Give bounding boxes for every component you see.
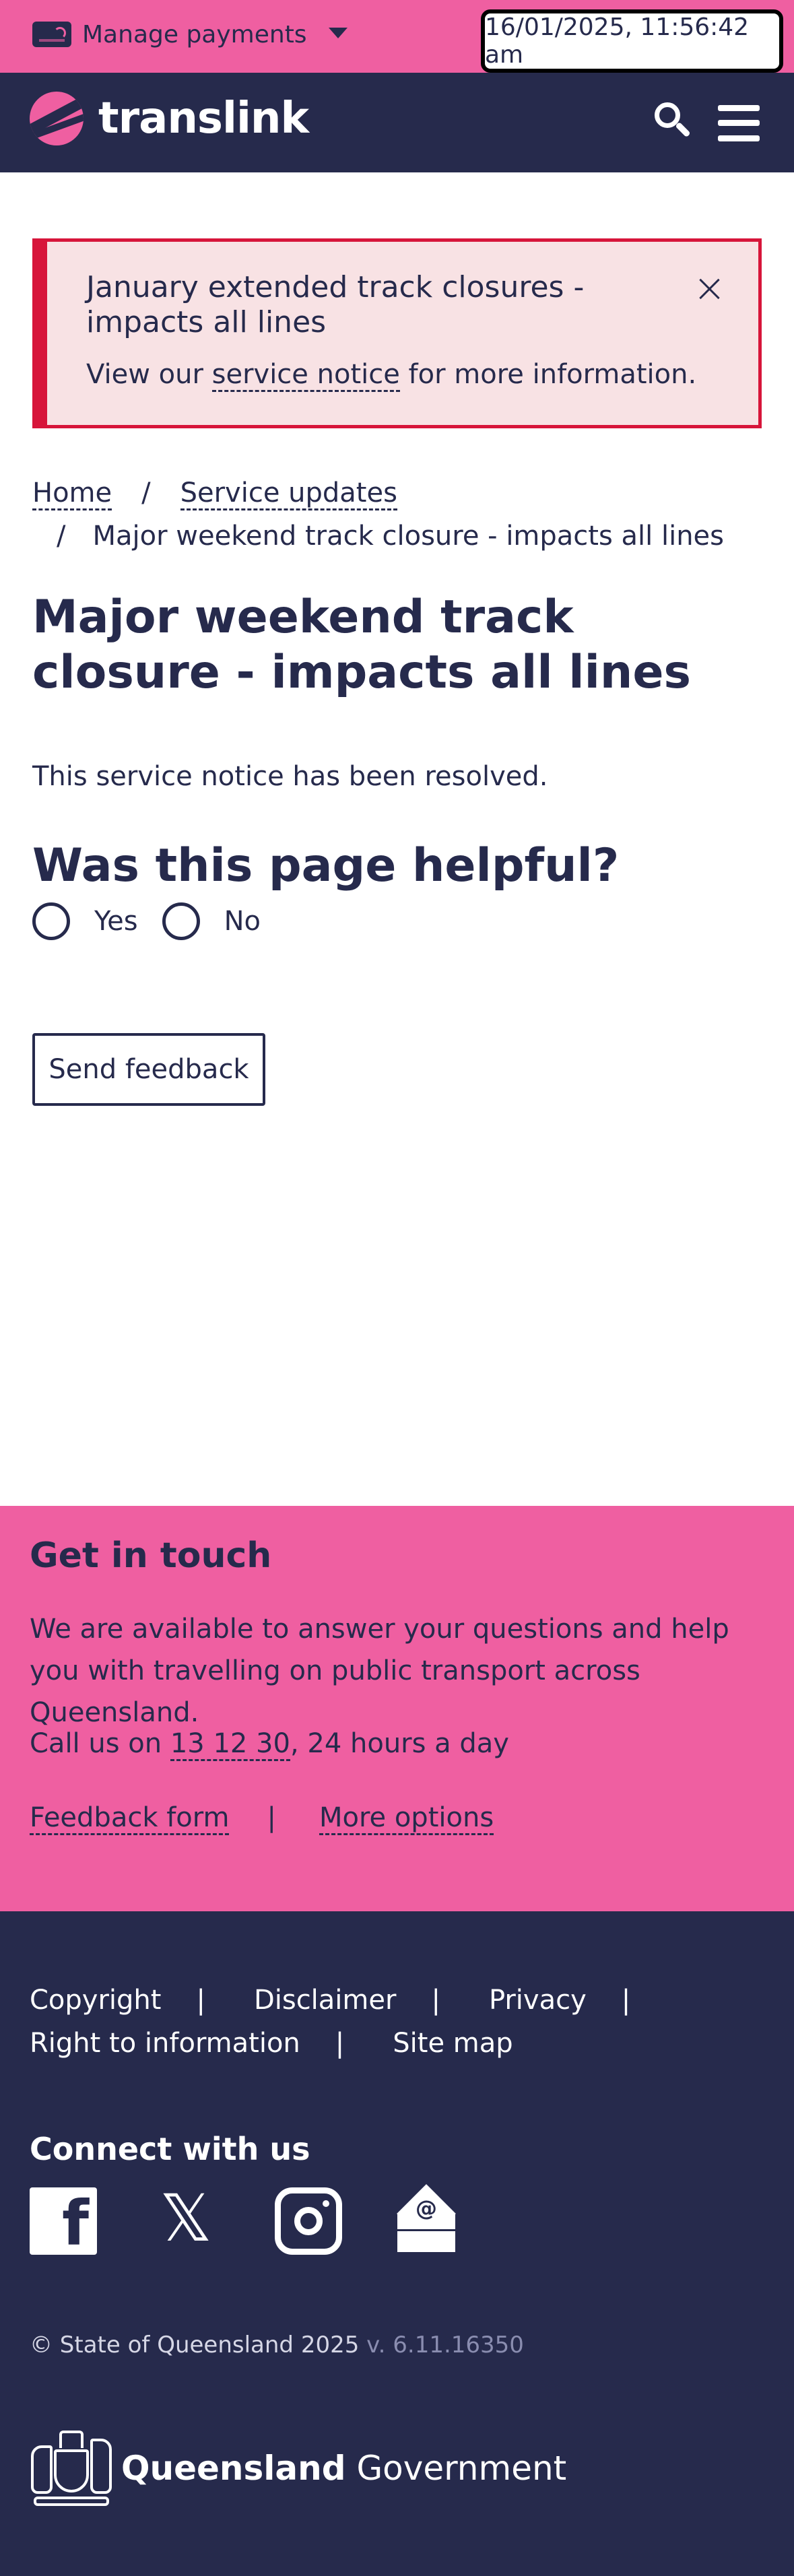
search-icon[interactable]: [651, 100, 691, 140]
radio-yes-label[interactable]: Yes: [94, 906, 138, 937]
site-footer: Copyright | Disclaimer | Privacy | Right to i…: [0, 1911, 794, 2576]
copyright-label: © State of Queensland 2025: [30, 2332, 360, 2358]
get-in-touch-description: We are available to answer your question…: [30, 1614, 729, 1728]
breadcrumb-separator: /: [57, 521, 66, 552]
resolved-notice: This service notice has been resolved.: [32, 761, 548, 792]
instagram-icon[interactable]: [275, 2187, 342, 2255]
facebook-icon[interactable]: f: [30, 2187, 97, 2255]
manage-payments-label: Manage payments: [82, 20, 307, 48]
feedback-form-link[interactable]: Feedback form: [30, 1802, 230, 1835]
service-alert-banner: January extended track closures - impact…: [32, 238, 762, 428]
translink-logo-text[interactable]: translink: [98, 92, 309, 145]
link-separator: |: [267, 1802, 276, 1833]
connect-heading: Connect with us: [30, 2131, 310, 2167]
call-prefix: Call us on: [30, 1728, 170, 1759]
close-icon[interactable]: [698, 277, 722, 301]
site-header: translink: [0, 73, 794, 172]
qg-wordmark: Queensland Government: [121, 2449, 566, 2488]
breadcrumb-home[interactable]: Home: [32, 477, 112, 510]
helpful-radio-group: Yes No: [32, 902, 285, 940]
call-us-text: Call us on 13 12 30, 24 hours a day: [30, 1728, 509, 1761]
radio-yes[interactable]: [32, 902, 70, 940]
phone-link[interactable]: 13 12 30: [170, 1728, 290, 1761]
footer-copyright-link[interactable]: Copyright: [30, 1985, 161, 2016]
datetime-display: 16/01/2025, 11:56:42 am: [481, 9, 783, 73]
social-links: f 𝕏 @: [30, 2184, 513, 2255]
footer-rti-link[interactable]: Right to information: [30, 2028, 300, 2059]
breadcrumb-separator: /: [141, 477, 151, 508]
footer-separator: |: [335, 2028, 345, 2059]
send-feedback-button[interactable]: Send feedback: [32, 1033, 265, 1106]
manage-payments-dropdown[interactable]: Manage payments: [32, 18, 348, 51]
helpful-heading: Was this page helpful?: [32, 839, 620, 892]
qg-regular: Government: [345, 2449, 567, 2488]
chevron-down-icon: [328, 28, 348, 38]
copyright-text: © State of Queensland 2025 v. 6.11.16350: [30, 2332, 524, 2358]
alert-title: January extended track closures - impact…: [86, 270, 585, 339]
go-card-icon: [32, 22, 71, 47]
qg-bold: Queensland: [121, 2449, 346, 2488]
service-notice-link[interactable]: service notice: [211, 359, 400, 392]
more-options-link[interactable]: More options: [319, 1802, 494, 1835]
radio-no-label[interactable]: No: [224, 906, 261, 937]
translink-logo-icon[interactable]: [30, 92, 84, 145]
footer-sitemap-link[interactable]: Site map: [393, 2028, 512, 2059]
get-in-touch-heading: Get in touch: [30, 1535, 272, 1576]
alert-body: View our service notice for more informa…: [86, 359, 697, 392]
page-title: Major weekend track closure - impacts al…: [32, 591, 691, 699]
footer-privacy-link[interactable]: Privacy: [489, 1985, 587, 2016]
alert-body-suffix: for more information.: [399, 359, 697, 390]
footer-separator: |: [431, 1985, 440, 2016]
call-suffix: , 24 hours a day: [290, 1728, 509, 1759]
breadcrumb-service-updates[interactable]: Service updates: [180, 477, 397, 510]
footer-links: Copyright | Disclaimer | Privacy | Right to i…: [30, 1979, 770, 2065]
x-icon[interactable]: 𝕏: [152, 2185, 220, 2255]
footer-separator: |: [621, 1985, 631, 2016]
footer-separator: |: [196, 1985, 205, 2016]
queensland-government-logo[interactable]: Queensland Government: [30, 2424, 566, 2512]
email-icon[interactable]: @: [397, 2184, 458, 2255]
coat-of-arms-icon: [30, 2426, 113, 2510]
breadcrumb: Home / Service updates / Major weekend trac…: [32, 471, 766, 558]
breadcrumb-current: Major weekend track closure - impacts al…: [92, 521, 725, 552]
touch-links: Feedback form | More options: [30, 1802, 494, 1835]
menu-icon[interactable]: [718, 105, 760, 141]
radio-no[interactable]: [162, 902, 200, 940]
footer-disclaimer-link[interactable]: Disclaimer: [254, 1985, 397, 2016]
top-utility-bar: Manage payments 16/01/2025, 11:56:42 am: [0, 0, 794, 73]
get-in-touch-section: Get in touch We are available to answer …: [0, 1506, 794, 1911]
version-label: v. 6.11.16350: [359, 2332, 524, 2358]
alert-body-prefix: View our: [86, 359, 212, 390]
